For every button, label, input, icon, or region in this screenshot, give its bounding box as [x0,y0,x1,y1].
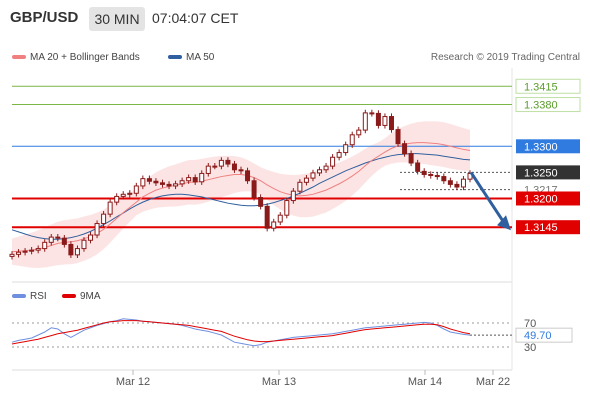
candle-body [375,112,381,126]
candle-body [336,152,342,158]
candle-body [61,237,67,245]
candle-body [140,178,146,187]
candle-body [421,170,427,175]
candle-body [271,221,277,229]
candle-body [284,200,290,216]
candle-body [107,201,113,215]
candle-body [415,162,421,172]
candle-body [218,159,224,167]
candle-body [349,134,355,146]
candle-body [382,116,388,126]
candle-body [94,223,100,236]
level-label-resistance: 1.3380 [524,100,558,112]
candle-body [297,181,303,192]
rsi-line [11,318,471,347]
candle-body [199,172,205,183]
candle-body [428,173,434,177]
candle-body [369,112,375,115]
candle-body [343,144,349,154]
candle-body [88,234,94,241]
candle-body [212,165,218,168]
candle-body [245,170,251,182]
candle-body [114,195,120,203]
candle-body [290,190,296,202]
candle-body [153,180,159,184]
x-tick-label: Mar 13 [262,376,296,388]
candle-body [81,239,87,250]
candle-body [166,183,172,187]
x-tick-label: Mar 22 [476,376,510,388]
candle-body [402,143,408,155]
candle-body [460,178,466,188]
candle-body [35,248,41,251]
candle-body [330,156,336,167]
candle-body [120,193,126,197]
rsi-tick-label: 30 [524,342,536,354]
candle-body [231,163,237,171]
candle-body [9,253,15,257]
level-label-pivot: 1.3300 [524,141,558,153]
candle-body [362,112,368,131]
candle-body [55,236,61,239]
candle-body [42,241,48,250]
candle-body [146,178,152,182]
candle-body [258,196,264,207]
candle-body [388,116,394,131]
candle-body [434,175,440,178]
candle-body [74,248,80,256]
candle-body [68,243,74,256]
candle-body [408,153,414,164]
candle-body [225,159,231,165]
x-tick-label: Mar 12 [116,376,150,388]
candle-body [447,180,453,185]
candle-body [238,169,244,172]
x-tick-label: Mar 14 [408,376,442,388]
candle-body [29,249,35,252]
candle-body [186,177,192,182]
candle-body [48,236,54,243]
level-label-support: 1.3200 [524,193,558,205]
candle-body [133,185,139,194]
candle-body [251,180,257,198]
level-label-support: 1.3145 [524,222,558,234]
candle-body [192,177,198,183]
candle-body [16,251,22,255]
level-label-resistance: 1.3415 [524,81,558,93]
candle-body [264,205,270,229]
candle-body [441,176,447,182]
candle-body [101,213,107,225]
candle-body [179,180,185,185]
candle-body [454,183,460,188]
candle-body [317,169,323,174]
candle-body [356,129,362,136]
candle-body [277,214,283,223]
candle-body [323,165,329,171]
bollinger-band [12,121,470,268]
candle-body [303,177,309,183]
candle-body [310,172,316,179]
candle-body [127,192,133,195]
level-label-last: 1.3250 [524,167,558,179]
candle-body [22,250,28,253]
price-chart: 1.34151.33801.33001.32501.32171.32001.31… [9,68,581,388]
candle-body [205,165,211,174]
candle-body [173,183,179,187]
rsi-last-value: 49.70 [524,330,552,342]
candle-body [395,129,401,145]
candle-body [159,182,165,185]
